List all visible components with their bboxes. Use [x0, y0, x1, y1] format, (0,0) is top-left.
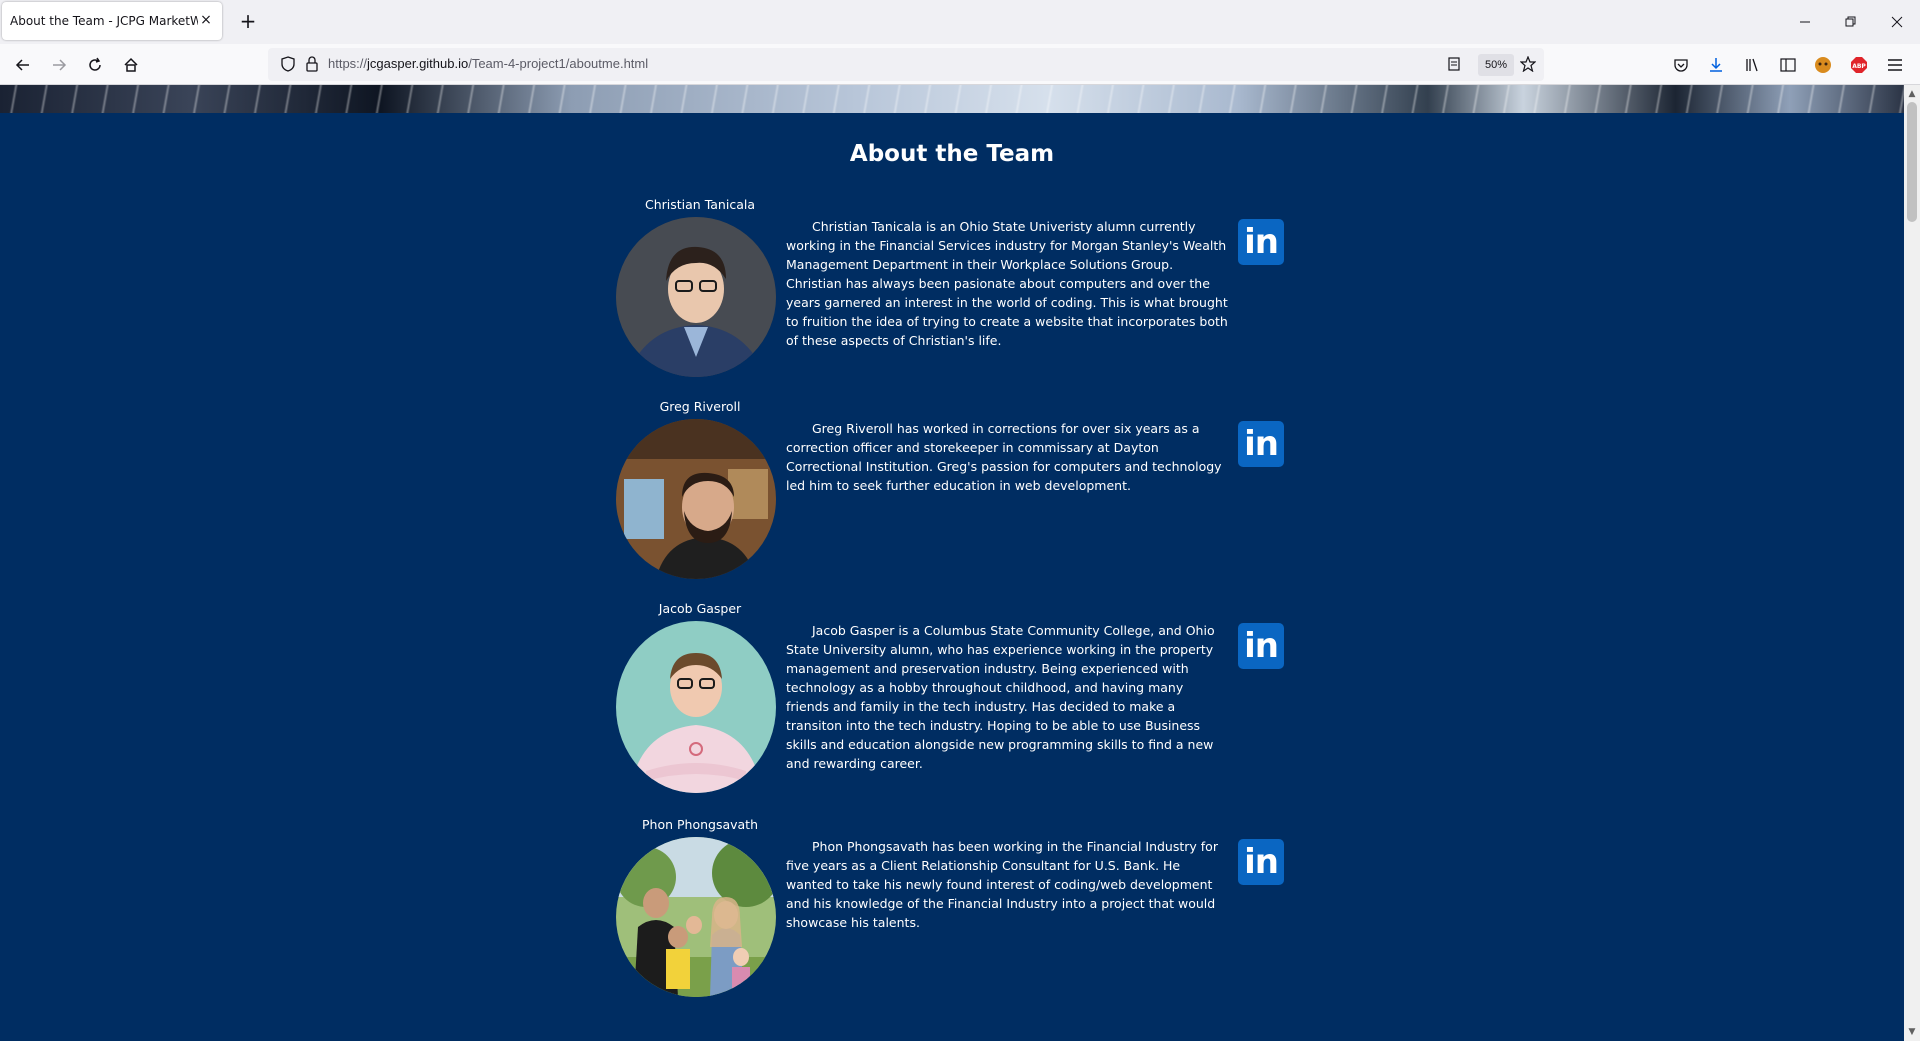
- menu-icon[interactable]: [1886, 56, 1904, 74]
- linkedin-icon[interactable]: in: [1238, 623, 1284, 669]
- member-name: Phon Phongsavath: [641, 817, 759, 832]
- member-bio: Christian Tanicala is an Ohio State Univ…: [786, 219, 1228, 348]
- svg-text:ABP: ABP: [1852, 63, 1866, 70]
- pocket-icon[interactable]: [1672, 56, 1690, 74]
- url-text[interactable]: https://jcgasper.github.io/Team-4-projec…: [328, 56, 648, 71]
- linkedin-icon[interactable]: in: [1238, 839, 1284, 885]
- home-button[interactable]: [116, 50, 146, 80]
- bookmark-star-icon[interactable]: [1520, 56, 1536, 72]
- vertical-scrollbar[interactable]: [1904, 85, 1920, 1041]
- browser-tab-active[interactable]: About the Team - JCPG MarketWatch ×: [2, 2, 222, 40]
- hero-banner-image: [0, 85, 1904, 113]
- member-bio: Jacob Gasper is a Columbus State Communi…: [786, 623, 1215, 771]
- url-host: jcgasper.github.io: [367, 56, 469, 71]
- member-name: Christian Tanicala: [645, 197, 755, 212]
- scrollbar-thumb[interactable]: [1907, 102, 1917, 222]
- back-icon: [15, 59, 29, 71]
- adblock-icon[interactable]: ABP: [1850, 56, 1868, 74]
- close-window-button[interactable]: [1874, 8, 1920, 36]
- minimize-button[interactable]: [1782, 8, 1828, 36]
- member-name: Jacob Gasper: [658, 601, 742, 616]
- member-photo: [616, 837, 776, 997]
- restore-icon: [1845, 16, 1856, 27]
- tab-title: About the Team - JCPG MarketWatch: [10, 14, 198, 28]
- lock-icon[interactable]: [304, 56, 320, 72]
- tab-bar: About the Team - JCPG MarketWatch × +: [0, 0, 1920, 44]
- minimize-icon: [1800, 21, 1810, 23]
- member-photo: [616, 621, 776, 793]
- reader-view-icon[interactable]: [1446, 56, 1462, 72]
- new-tab-button[interactable]: +: [236, 10, 260, 34]
- reload-button[interactable]: [80, 50, 110, 80]
- sidebar-icon[interactable]: [1779, 56, 1797, 74]
- member-name: Greg Riveroll: [659, 399, 741, 414]
- scroll-down-icon[interactable]: ▼: [1904, 1024, 1920, 1040]
- zoom-level-button[interactable]: 50%: [1478, 54, 1514, 76]
- member-photo: [616, 419, 776, 579]
- tab-close-icon[interactable]: ×: [198, 12, 214, 28]
- restore-button[interactable]: [1828, 8, 1874, 36]
- url-path: /Team-4-project1/aboutme.html: [468, 56, 649, 71]
- forward-button[interactable]: [44, 50, 74, 80]
- url-bar[interactable]: https://jcgasper.github.io/Team-4-projec…: [268, 48, 1544, 81]
- shield-icon[interactable]: [280, 56, 296, 72]
- member-bio: Phon Phongsavath has been working in the…: [786, 839, 1218, 930]
- navigation-toolbar: https://jcgasper.github.io/Team-4-projec…: [0, 44, 1920, 85]
- scroll-up-icon[interactable]: ▲: [1904, 86, 1920, 102]
- page-title: About the Team: [849, 141, 1055, 167]
- download-icon[interactable]: [1707, 56, 1725, 74]
- home-icon: [124, 57, 138, 72]
- linkedin-icon[interactable]: in: [1238, 219, 1284, 265]
- forward-icon: [53, 59, 67, 71]
- member-bio: Greg Riveroll has worked in corrections …: [786, 421, 1222, 493]
- back-button[interactable]: [8, 50, 38, 80]
- library-icon[interactable]: [1744, 56, 1762, 74]
- page-viewport: About the Team Christian Tanicala Christ…: [0, 85, 1904, 1041]
- linkedin-icon[interactable]: in: [1238, 421, 1284, 467]
- close-icon: [1891, 16, 1903, 28]
- url-scheme: https://: [328, 56, 368, 71]
- reload-icon: [89, 57, 101, 71]
- member-photo: [616, 217, 776, 377]
- extension-icon[interactable]: [1814, 56, 1832, 74]
